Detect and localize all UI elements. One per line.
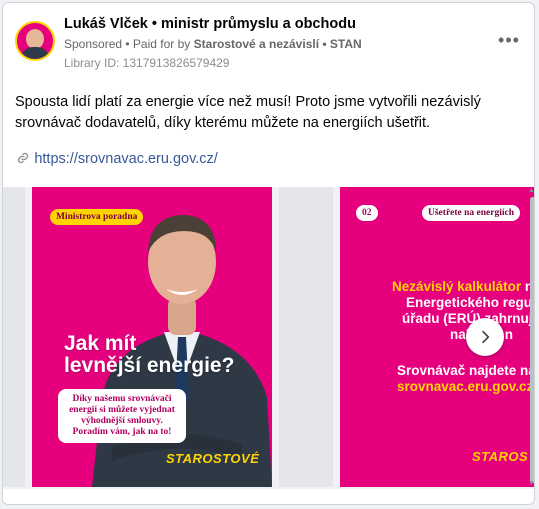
slide-tag: Ušetřete na energiích (422, 205, 520, 221)
scrollbar-thumb[interactable] (530, 197, 534, 483)
slide-2-line-2: Energetického regulační (406, 295, 534, 310)
slide-headline: Jak mít levnější energie? (64, 333, 234, 377)
avatar-suit (21, 47, 49, 59)
brand-logo: STAROS (472, 449, 529, 464)
paid-prefix: • Paid for by (125, 37, 191, 51)
carousel-slide-2[interactable]: 02 Ušetřete na energiích Nezávislý kalku… (340, 187, 535, 487)
brand-logo: STAROSTOVÉ (166, 451, 260, 466)
sponsored-line: Sponsored • Paid for by Starostové a nez… (64, 37, 362, 51)
slide-2-line-3: úřadu (ERÚ) zahrnuje všech (402, 311, 535, 326)
post-body-text: Spousta lidí platí za energie více než m… (15, 94, 481, 131)
slide-2-cta-line-1: Srovnávač najdete na (397, 363, 535, 378)
slide-number-badge: 02 (356, 205, 378, 221)
slide-gap (279, 187, 333, 487)
carousel-next-button[interactable] (466, 318, 504, 356)
headline-line-1: Jak mít (64, 332, 137, 355)
more-options-button[interactable]: ••• (495, 31, 523, 53)
library-id: Library ID: 1317913826579429 (64, 56, 230, 70)
prev-slide-peek (3, 187, 25, 487)
avatar[interactable] (15, 21, 55, 61)
page-name[interactable]: Lukáš Vlček • ministr průmyslu a obchodu (64, 16, 356, 32)
chevron-right-icon (482, 330, 490, 344)
slide-2-line-4: nabídky n (450, 327, 514, 342)
headline-line-2: levnější energie? (64, 354, 235, 377)
payer-name[interactable]: Starostové a nezávislí • STAN (194, 37, 362, 51)
scroll-up-arrow-icon[interactable]: ▲ (528, 187, 534, 194)
ad-post-card: Lukáš Vlček • ministr průmyslu a obchodu… (2, 2, 535, 505)
slide-2-cta: Srovnávač najdete na srovnavac.eru.gov.c… (397, 363, 535, 395)
image-carousel[interactable]: Ministrova poradna Jak mít levnější ener… (3, 187, 535, 489)
carousel-slide-1[interactable]: Ministrova poradna Jak mít levnější ener… (32, 187, 272, 487)
sponsored-label: Sponsored (64, 37, 123, 51)
avatar-face (26, 29, 44, 49)
slide-2-highlight: Nezávislý kalkulátor (392, 279, 522, 294)
link-row: https://srovnavac.eru.gov.cz/ (17, 151, 218, 167)
scroll-down-arrow-icon[interactable]: ▼ (528, 480, 534, 487)
link-icon (17, 152, 32, 166)
post-link[interactable]: https://srovnavac.eru.gov.cz/ (34, 151, 217, 167)
slide-2-text: Nezávislý kalkulátor na we Energetického… (340, 279, 535, 343)
slide-note: Díky našemu srovnávači energií si můžete… (58, 389, 186, 443)
slide-2-cta-url: srovnavac.eru.gov.cz (397, 379, 534, 394)
